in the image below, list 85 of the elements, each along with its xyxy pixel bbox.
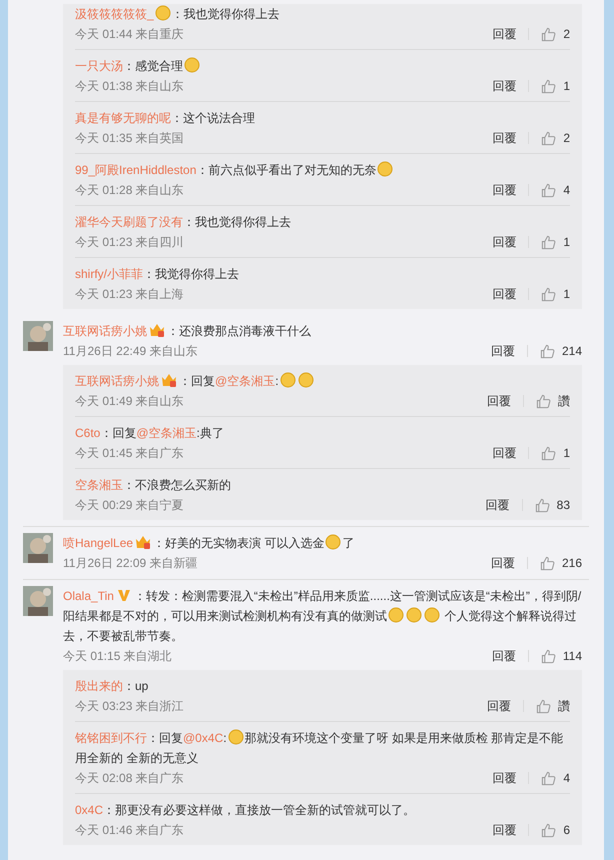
thumbs-up-icon <box>541 446 556 460</box>
timestamp: 11月26日 22:09 来自新疆 <box>63 555 198 572</box>
like-button[interactable]: 1 <box>541 443 570 463</box>
comment-text: 0x4C：那更没有必要这样做，直接放一管全新的试管就可以了。 <box>75 802 416 819</box>
comment-text: 真是有够无聊的呢：这个说法合理 <box>75 110 256 127</box>
timestamp: 今天 01:23 来自四川 <box>75 234 184 251</box>
reply-link[interactable]: 回覆 <box>492 768 516 788</box>
like-button[interactable]: 6 <box>541 820 570 840</box>
reply-link[interactable]: 回覆 <box>492 128 516 148</box>
timestamp: 今天 01:49 来自山东 <box>75 393 184 410</box>
reply-link[interactable]: 回覆 <box>487 391 511 411</box>
timestamp: 今天 00:29 来自宁夏 <box>75 497 184 514</box>
comment-text: 空条湘玉：不浪费怎么买新的 <box>75 477 232 494</box>
emoji-icon <box>424 607 440 623</box>
emoji-icon <box>377 161 394 177</box>
reply-link[interactable]: 回覆 <box>492 232 516 252</box>
comment-text: 一只大汤：感觉合理 <box>75 56 570 76</box>
comment-text: 互联网话痨小姚 ：还浪费那点消毒液干什么 <box>63 322 312 340</box>
emoji-icon <box>154 5 171 21</box>
like-button[interactable]: 83 <box>534 495 570 515</box>
comment-text: Olala_Tin ：转发：检测需要混入“未检出”样品用来质监......这一管测试应该是“未检出”，得到阴/阳结果都是不对的，可以用来测试检测机构有没有真的做测试 个人觉得这个解释说得过去，不要被乱带节奏。 <box>63 587 582 645</box>
like-button[interactable]: 216 <box>540 553 582 573</box>
reply-link[interactable]: 回覆 <box>490 553 515 573</box>
emoji-icon <box>184 57 200 73</box>
thumbs-up-icon <box>541 286 556 302</box>
thumbs-up-icon <box>536 394 551 408</box>
thumbs-up-icon <box>540 344 555 358</box>
timestamp: 今天 01:45 来自广东 <box>75 445 184 462</box>
timestamp: 今天 01:38 来自山东 <box>75 78 184 95</box>
reply-link[interactable]: 回覆 <box>492 76 516 96</box>
reply-link[interactable]: 回覆 <box>487 696 511 716</box>
comment-text: 99_阿殿IrenHiddleston：前六点似乎看出了对无知的无奈 <box>75 160 570 180</box>
like-button[interactable]: 1 <box>541 284 570 304</box>
timestamp: 今天 01:28 来自山东 <box>75 182 184 199</box>
emoji-icon <box>298 372 314 388</box>
thumbs-up-icon <box>541 130 556 146</box>
emoji-icon <box>325 534 342 550</box>
timestamp: 今天 02:08 来自广东 <box>75 770 184 787</box>
thumbs-up-icon <box>541 770 556 786</box>
like-button[interactable]: 讚 <box>536 391 570 411</box>
like-button[interactable]: 2 <box>541 128 570 148</box>
timestamp: 11月26日 22:49 来自山东 <box>63 343 198 360</box>
like-button[interactable]: 2 <box>541 24 570 44</box>
comment-text: 互联网话痨小姚 ：回复@空条湘玉: <box>75 371 570 391</box>
reply-link[interactable]: 回覆 <box>486 495 510 515</box>
emoji-icon <box>228 729 244 745</box>
reply-link[interactable]: 回覆 <box>492 180 516 200</box>
reply-link[interactable]: 回覆 <box>490 341 515 361</box>
comment-text: 殷出来的：up <box>75 678 150 695</box>
like-button[interactable]: 4 <box>541 768 570 788</box>
thumbs-up-icon <box>536 698 551 714</box>
thumbs-up-icon <box>540 648 556 664</box>
emoji-icon <box>406 607 422 623</box>
reply-link[interactable]: 回覆 <box>492 24 516 44</box>
thumbs-up-icon <box>541 822 556 838</box>
like-button[interactable]: 4 <box>541 180 570 200</box>
comment-text: shirfy/小菲菲：我觉得你得上去 <box>75 266 240 283</box>
like-button[interactable]: 114 <box>540 646 582 666</box>
timestamp: 今天 01:35 来自英国 <box>75 130 184 147</box>
timestamp: 今天 01:23 来自上海 <box>75 286 184 303</box>
comment-text: C6to：回复@空条湘玉:典了 <box>75 425 225 442</box>
emoji-icon <box>388 607 404 623</box>
like-button[interactable]: 讚 <box>536 696 570 716</box>
thumbs-up-icon <box>534 498 550 512</box>
emoji-icon <box>280 372 296 388</box>
thumbs-up-icon <box>541 182 556 198</box>
comment-text: 濯华今天刷题了没有：我也觉得你得上去 <box>75 214 292 231</box>
reply-link[interactable]: 回覆 <box>492 646 516 666</box>
thumbs-up-icon <box>541 26 556 42</box>
comment-text: 铭铭困到不行：回复@0x4C: 那就没有环境这个变量了呀 如果是用来做质检 那肯定是不能用全新的 全新的无意义 <box>75 728 564 767</box>
reply-link[interactable]: 回覆 <box>492 284 516 304</box>
timestamp: 今天 03:23 来自浙江 <box>75 698 184 715</box>
comment-text: 喷HangelLee ：好美的无实物表演 可以入选金 了 <box>63 533 356 552</box>
thumbs-up-icon <box>541 78 556 94</box>
like-button[interactable]: 1 <box>541 76 570 96</box>
comment-text: 汲筱筱筱筱筱_ ：我也觉得你得上去 <box>75 4 281 23</box>
timestamp: 今天 01:46 来自广东 <box>75 822 184 839</box>
reply-link[interactable]: 回覆 <box>492 820 516 840</box>
reply-link[interactable]: 回覆 <box>492 443 516 463</box>
timestamp: 今天 01:15 来自湖北 <box>63 648 172 665</box>
thumbs-up-icon <box>540 556 555 570</box>
like-button[interactable]: 214 <box>540 341 582 361</box>
timestamp: 今天 01:44 来自重庆 <box>75 26 184 43</box>
like-button[interactable]: 1 <box>541 232 570 252</box>
thumbs-up-icon <box>541 234 556 250</box>
